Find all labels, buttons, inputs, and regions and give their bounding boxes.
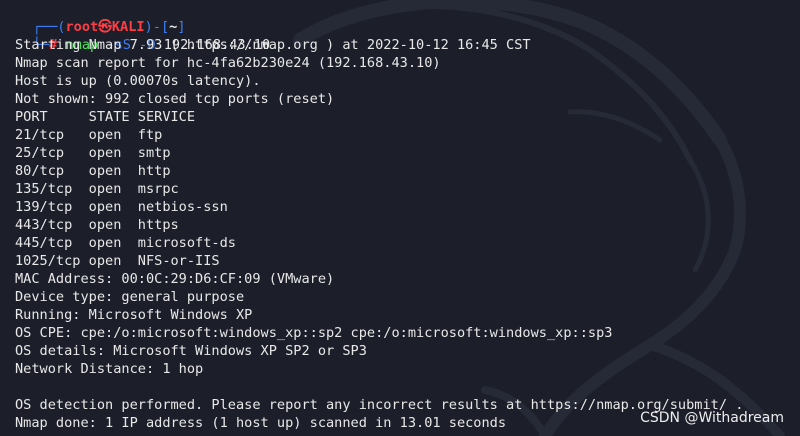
terminal-window[interactable]: ┌──(root㉿KALI)-[~] └─# nmap -sS -O 192.1… — [0, 0, 800, 436]
port-row: 139/tcp open netbios-ssn — [15, 199, 228, 215]
output-line: Nmap scan report for hc-4fa62b230e24 (19… — [15, 55, 441, 71]
port-row: 443/tcp open https — [15, 217, 179, 233]
output-line: OS details: Microsoft Windows XP SP2 or … — [15, 343, 367, 359]
output-line: OS CPE: cpe:/o:microsoft:windows_xp::sp2… — [15, 325, 613, 341]
port-row: 1025/tcp open NFS-or-IIS — [15, 253, 220, 269]
prompt-header-line: ┌──(root㉿KALI)-[~] — [0, 0, 186, 35]
port-row: 25/tcp open smtp — [15, 145, 171, 161]
port-row: 445/tcp open microsoft-ds — [15, 235, 236, 251]
port-row: 21/tcp open ftp — [15, 127, 163, 143]
output-line: Network Distance: 1 hop — [15, 361, 204, 377]
output-line: Running: Microsoft Windows XP — [15, 307, 253, 323]
output-line: MAC Address: 00:0C:29:D6:CF:09 (VMware) — [15, 271, 335, 287]
port-row: 80/tcp open http — [15, 163, 171, 179]
port-table-header: PORT STATE SERVICE — [15, 109, 196, 125]
watermark: CSDN @Withadream — [640, 410, 784, 426]
output-line: Device type: general purpose — [15, 289, 245, 305]
output-line: Not shown: 992 closed tcp ports (reset) — [15, 91, 335, 107]
output-line: Starting Nmap 7.93 ( https://nmap.org ) … — [15, 37, 531, 53]
command-line: └─# nmap -sS -O 192.168.43.10 — [0, 18, 270, 53]
output-line: Host is up (0.00070s latency). — [15, 73, 261, 89]
port-row: 135/tcp open msrpc — [15, 181, 179, 197]
command-output: Starting Nmap 7.93 ( https://nmap.org ) … — [15, 36, 800, 432]
